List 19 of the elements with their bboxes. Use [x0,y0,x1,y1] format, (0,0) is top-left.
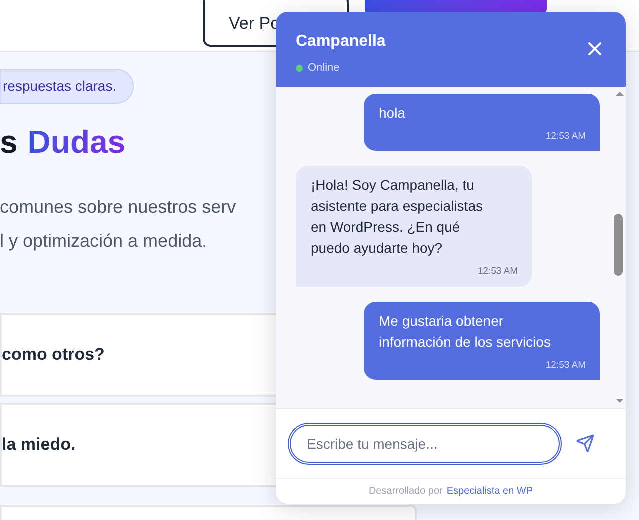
faq-question: la miedo. [2,434,76,456]
footer-text: Desarrollado por [368,485,443,499]
scroll-up-icon [616,92,624,96]
message-time: 12:53 AM [544,358,586,372]
message-text: ¡Hola! Soy Campanella, tu asistente para especialistas en WordPress. ¿En qué puedo ayudarte hoy? [311,176,484,258]
message-time: 12:53 AM [476,265,518,280]
status-label: Online [308,61,340,76]
send-button[interactable] [576,434,595,453]
send-icon [576,434,595,453]
scroll-down-icon [616,399,624,403]
footer-link[interactable]: Especialista en WP [446,484,534,499]
heading: s [0,123,18,162]
intro-paragraph: comunes sobre nuestros serv l y optimización a medida. [0,196,238,253]
tagline-badge: respuestas claras. [0,69,134,104]
message-text: hola [379,104,406,123]
message-time: 12:53 AM [544,130,586,144]
scroll-thumb[interactable] [614,214,623,276]
message-input[interactable]: Escribe tu mensaje... [288,422,562,464]
faq-question: como otros? [2,344,105,366]
